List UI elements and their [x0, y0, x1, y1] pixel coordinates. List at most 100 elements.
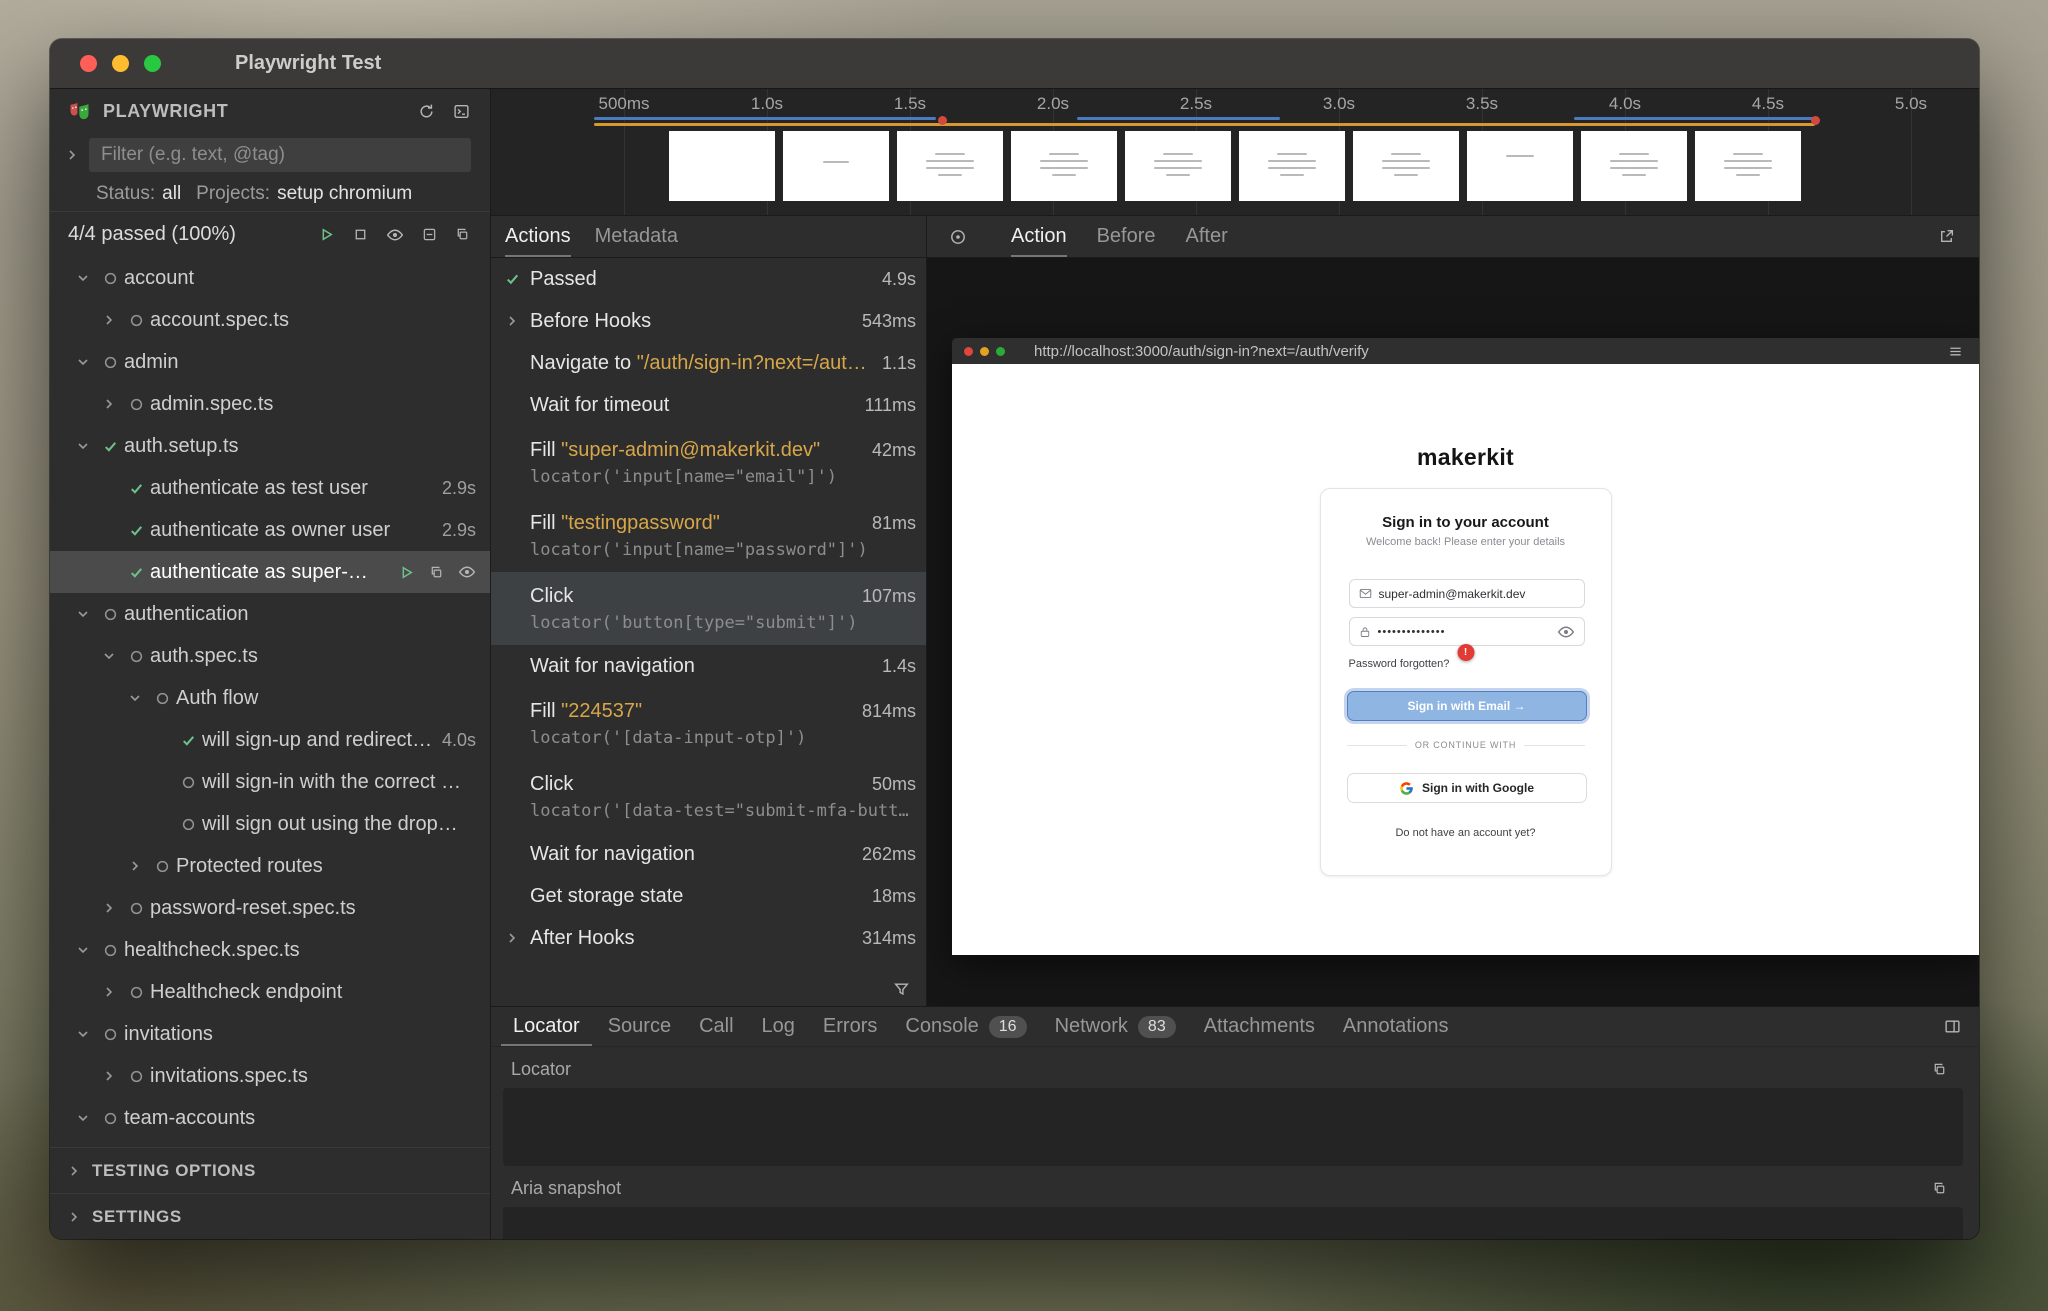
- reload-tests-icon[interactable]: [418, 103, 435, 120]
- chevron-down-icon[interactable]: [70, 606, 96, 622]
- tab-source[interactable]: Source: [596, 1007, 683, 1046]
- filter-collapse-chevron-icon[interactable]: [64, 147, 80, 163]
- tree-item-authenticate-as-super[interactable]: authenticate as super-…: [50, 551, 490, 593]
- titlebar[interactable]: Playwright Test: [50, 39, 1979, 89]
- status-filter-summary[interactable]: Status: all Projects: setup chromium: [50, 177, 490, 211]
- run-all-button[interactable]: [318, 226, 335, 243]
- action-fill[interactable]: Fill "super-admin@makerkit.dev"42mslocat…: [491, 426, 926, 499]
- sign-in-email-button[interactable]: Sign in with Email →: [1347, 691, 1587, 721]
- filmstrip-thumbnail[interactable]: [1125, 131, 1231, 201]
- chevron-right-icon[interactable]: [96, 900, 122, 916]
- tree-item-account-spec-ts[interactable]: account.spec.ts: [50, 299, 490, 341]
- tree-item-account[interactable]: account: [50, 257, 490, 299]
- action-passed[interactable]: Passed4.9s: [491, 258, 926, 300]
- tree-item-auth-spec-ts[interactable]: auth.spec.ts: [50, 635, 490, 677]
- filter-actions-icon[interactable]: [893, 981, 910, 998]
- action-navigate-to[interactable]: Navigate to "/auth/sign-in?next=/aut…"1.…: [491, 342, 926, 384]
- tree-item-healthcheck-endpoint[interactable]: Healthcheck endpoint: [50, 971, 490, 1013]
- tree-item-authentication[interactable]: authentication: [50, 593, 490, 635]
- filmstrip-thumbnail[interactable]: [669, 131, 775, 201]
- filmstrip-thumbnail[interactable]: [1239, 131, 1345, 201]
- chevron-down-icon[interactable]: [70, 1110, 96, 1126]
- chevron-down-icon[interactable]: [70, 1026, 96, 1042]
- action-click[interactable]: Click50mslocator('[data-test="submit-mfa…: [491, 760, 926, 833]
- tree-item-authenticate-as-test-user[interactable]: authenticate as test user2.9s: [50, 467, 490, 509]
- chevron-right-icon[interactable]: [504, 930, 520, 946]
- password-field[interactable]: ••••••••••••••: [1349, 617, 1585, 646]
- chevron-right-icon[interactable]: [122, 858, 148, 874]
- forgot-password-link[interactable]: Password forgotten?: [1349, 658, 1450, 670]
- open-external-button[interactable]: [1938, 228, 1955, 245]
- action-before-hooks[interactable]: Before Hooks543ms: [491, 300, 926, 342]
- tab-actions[interactable]: Actions: [505, 216, 571, 257]
- tree-item-authenticate-as-owner-user[interactable]: authenticate as owner user2.9s: [50, 509, 490, 551]
- layout-toggle-button[interactable]: [1944, 1018, 1961, 1035]
- chevron-right-icon[interactable]: [96, 396, 122, 412]
- signup-prompt[interactable]: Do not have an account yet?: [1321, 827, 1611, 839]
- chevron-right-icon[interactable]: [96, 1068, 122, 1084]
- tab-log[interactable]: Log: [750, 1007, 807, 1046]
- chevron-down-icon[interactable]: [70, 942, 96, 958]
- action-fill[interactable]: Fill "testingpassword"81mslocator('input…: [491, 499, 926, 572]
- section-testing-options[interactable]: TESTING OPTIONS: [50, 1147, 490, 1193]
- terminal-output-icon[interactable]: [453, 103, 470, 120]
- chevron-right-icon[interactable]: [504, 313, 520, 329]
- address-bar[interactable]: http://localhost:3000/auth/sign-in?next=…: [1034, 343, 1941, 360]
- tab-errors[interactable]: Errors: [811, 1007, 889, 1046]
- tab-after[interactable]: After: [1186, 216, 1228, 257]
- filmstrip-thumbnail[interactable]: [1353, 131, 1459, 201]
- email-field[interactable]: super-admin@makerkit.dev: [1349, 579, 1585, 608]
- tree-item-protected-routes[interactable]: Protected routes: [50, 845, 490, 887]
- devtools-alert-badge[interactable]: !: [1457, 644, 1474, 661]
- watch-test-button[interactable]: [458, 563, 476, 581]
- pick-locator-button[interactable]: [949, 228, 967, 246]
- filmstrip-thumbnail[interactable]: [1695, 131, 1801, 201]
- filmstrip-thumbnail[interactable]: [897, 131, 1003, 201]
- filmstrip-thumbnail[interactable]: [1011, 131, 1117, 201]
- locator-editor[interactable]: [503, 1088, 1963, 1166]
- tree-item-team-accounts[interactable]: team-accounts: [50, 1097, 490, 1139]
- browser-snapshot[interactable]: http://localhost:3000/auth/sign-in?next=…: [952, 338, 1979, 955]
- browser-menu-icon[interactable]: [1948, 344, 1963, 359]
- chevron-right-icon[interactable]: [96, 984, 122, 1000]
- action-fill[interactable]: Fill "224537"814mslocator('[data-input-o…: [491, 687, 926, 760]
- chevron-down-icon[interactable]: [70, 354, 96, 370]
- timeline[interactable]: 500ms1.0s1.5s2.0s2.5s3.0s3.5s4.0s4.5s5.0…: [491, 89, 1979, 216]
- tree-item-admin-spec-ts[interactable]: admin.spec.ts: [50, 383, 490, 425]
- action-wait-for-navigation[interactable]: Wait for navigation262ms: [491, 833, 926, 875]
- tree-item-healthcheck-spec-ts[interactable]: healthcheck.spec.ts: [50, 929, 490, 971]
- filmstrip-thumbnail[interactable]: [1581, 131, 1687, 201]
- chevron-down-icon[interactable]: [96, 648, 122, 664]
- tab-console[interactable]: Console16: [893, 1007, 1038, 1046]
- show-source-button[interactable]: [429, 565, 444, 580]
- tree-item-will-sign-out-using-the-dropdo[interactable]: will sign out using the dropdo…: [50, 803, 490, 845]
- action-click[interactable]: Click107mslocator('button[type="submit"]…: [491, 572, 926, 645]
- show-password-icon[interactable]: [1557, 623, 1575, 641]
- chevron-down-icon[interactable]: [70, 438, 96, 454]
- tree-item-admin[interactable]: admin: [50, 341, 490, 383]
- tab-locator[interactable]: Locator: [501, 1007, 592, 1046]
- run-test-button[interactable]: [398, 564, 415, 581]
- tree-item-will-sign-in-with-the-correct-cr[interactable]: will sign-in with the correct cr…: [50, 761, 490, 803]
- section-settings[interactable]: SETTINGS: [50, 1193, 490, 1239]
- tab-call[interactable]: Call: [687, 1007, 745, 1046]
- duplicate-view-button[interactable]: [455, 227, 470, 242]
- copy-locator-button[interactable]: [1932, 1062, 1947, 1077]
- chevron-down-icon[interactable]: [122, 690, 148, 706]
- tab-metadata[interactable]: Metadata: [595, 216, 678, 257]
- tree-item-will-sign-up-and-redirect[interactable]: will sign-up and redirect…4.0s: [50, 719, 490, 761]
- tab-attachments[interactable]: Attachments: [1192, 1007, 1327, 1046]
- action-wait-for-timeout[interactable]: Wait for timeout111ms: [491, 384, 926, 426]
- tab-before[interactable]: Before: [1097, 216, 1156, 257]
- tab-network[interactable]: Network83: [1043, 1007, 1188, 1046]
- action-wait-for-navigation[interactable]: Wait for navigation1.4s: [491, 645, 926, 687]
- copy-aria-snapshot-button[interactable]: [1932, 1181, 1947, 1196]
- sign-in-google-button[interactable]: Sign in with Google: [1347, 773, 1587, 803]
- tree-item-invitations-spec-ts[interactable]: invitations.spec.ts: [50, 1055, 490, 1097]
- tree-item-auth-flow[interactable]: Auth flow: [50, 677, 490, 719]
- filmstrip-thumbnail[interactable]: [783, 131, 889, 201]
- tab-annotations[interactable]: Annotations: [1331, 1007, 1461, 1046]
- zoom-window-button[interactable]: [144, 55, 161, 72]
- stop-button[interactable]: [353, 227, 368, 242]
- collapse-all-button[interactable]: [422, 227, 437, 242]
